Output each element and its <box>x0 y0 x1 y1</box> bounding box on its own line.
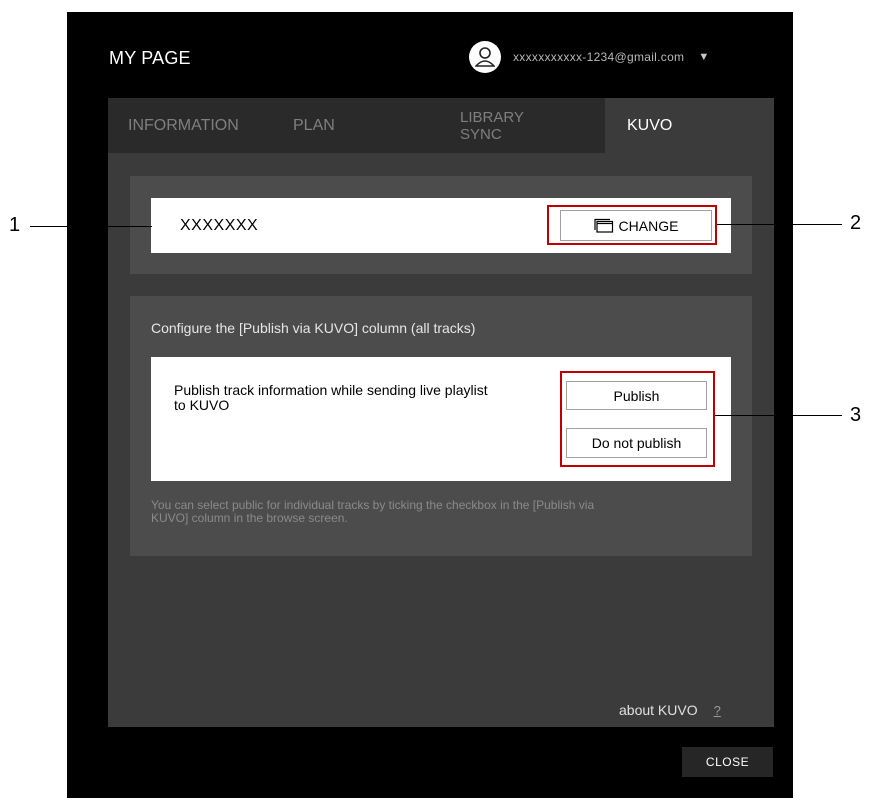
highlight-box-change <box>547 205 717 245</box>
tab-label: INFORMATION <box>128 116 239 134</box>
publish-description: Publish track information while sending … <box>174 382 488 413</box>
chevron-down-icon[interactable]: ▼ <box>698 51 709 63</box>
tab-label-line2: SYNC <box>460 125 502 143</box>
callout-line-1 <box>30 226 152 227</box>
publish-help-note: You can select public for individual tra… <box>151 498 595 525</box>
highlight-box-publish-buttons <box>560 371 715 467</box>
callout-number-3: 3 <box>850 404 862 426</box>
callout-line-2 <box>717 224 842 225</box>
about-kuvo-label: about KUVO <box>619 702 698 718</box>
tab-label: PLAN <box>293 116 335 134</box>
tab-kuvo[interactable]: KUVO <box>605 98 774 153</box>
callout-number-2: 2 <box>850 212 862 234</box>
publish-heading: Configure the [Publish via KUVO] column … <box>151 320 476 336</box>
callout-number-1: 1 <box>9 214 21 236</box>
tab-label-line1: LIBRARY <box>460 108 524 126</box>
about-kuvo-link[interactable]: about KUVO? <box>619 702 721 718</box>
account-menu[interactable]: xxxxxxxxxxx-1234@gmail.com ▼ <box>469 40 709 74</box>
tab-plan[interactable]: PLAN <box>273 98 433 153</box>
help-icon[interactable]: ? <box>714 703 721 718</box>
tab-bar: INFORMATION PLAN LIBRARY SYNC KUVO <box>108 98 774 153</box>
user-icon <box>469 41 501 73</box>
callout-line-3 <box>715 415 842 416</box>
close-button[interactable]: CLOSE <box>682 747 773 777</box>
tab-library-sync[interactable]: LIBRARY SYNC <box>438 98 603 153</box>
kuvo-account-name: XXXXXXX <box>180 217 259 234</box>
tab-label: KUVO <box>627 116 673 134</box>
tab-label: LIBRARY SYNC <box>460 109 524 143</box>
tab-information[interactable]: INFORMATION <box>108 98 271 153</box>
page-title: MY PAGE <box>109 48 191 68</box>
account-email: xxxxxxxxxxx-1234@gmail.com <box>513 50 685 64</box>
close-button-label: CLOSE <box>705 755 750 769</box>
